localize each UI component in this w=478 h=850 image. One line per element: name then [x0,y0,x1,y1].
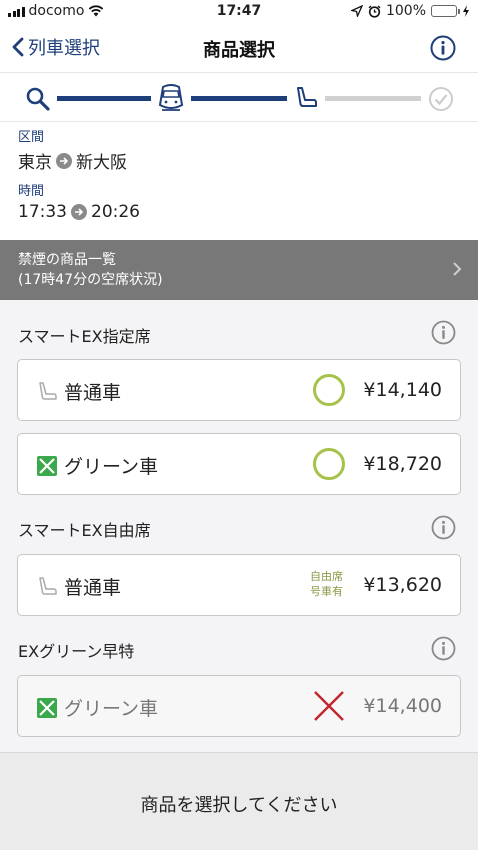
note-line: 自由席 [310,570,343,583]
green-car-icon [37,697,57,718]
info-icon[interactable] [431,320,456,345]
charging-icon [463,5,469,17]
page-title: 商品選択 [203,40,275,61]
times: 17:33 20:26 [18,202,140,222]
depart-time: 17:33 [18,202,67,222]
product-list-banner[interactable]: 禁煙の商品一覧 (17時47分の空席状況) [0,240,478,300]
product-card-ex-green-early: グリーン車 ¥14,400 [17,675,461,737]
progress-segment-2 [191,96,287,101]
car-type: 普通車 [64,577,122,599]
seat-icon [39,381,57,400]
product-card-reserved-standard[interactable]: 普通車 ¥14,140 [17,359,461,421]
available-circle-icon [313,374,345,406]
price: ¥13,620 [363,574,442,596]
alarm-icon [368,4,381,18]
from-station: 東京 [18,153,52,173]
car-type: 普通車 [64,382,122,404]
check-icon [429,87,453,111]
car-type: グリーン車 [64,698,159,720]
seat-icon [297,87,317,107]
info-icon[interactable] [431,636,456,661]
section-label: 区間 [18,130,45,145]
to-station: 新大阪 [76,153,127,173]
time-label: 時間 [18,184,45,199]
unavailable-cross-icon [314,691,344,721]
battery-percent: 100% [385,3,426,19]
arrow-right-icon [56,152,72,169]
footer-bar: 商品を選択してください [0,752,478,850]
banner-subtitle: (17時47分の空席状況) [18,272,163,288]
select-prompt: 商品を選択してください [140,795,338,816]
price: ¥14,400 [363,695,442,717]
product-card-unreserved-standard[interactable]: 普通車 自由席 号車有 ¥13,620 [17,554,461,616]
green-car-icon [37,455,57,476]
section-title: スマートEX自由席 [18,521,151,540]
progress-segment-3 [325,96,421,101]
trip-info: 区間 東京 新大阪 時間 17:33 20:26 [0,122,478,240]
chevron-right-icon [453,262,462,276]
search-icon [26,87,50,111]
arrive-time: 20:26 [91,202,140,222]
price: ¥18,720 [363,453,442,475]
train-icon [158,84,184,111]
seat-icon [39,576,57,595]
section-title: スマートEX指定席 [18,327,151,346]
info-icon[interactable] [430,35,456,61]
info-icon[interactable] [431,515,456,540]
location-icon [350,5,363,17]
note-line: 号車有 [310,585,343,598]
progress-segment-1 [57,96,151,101]
unreserved-car-note: 自由席 号車有 [310,569,343,599]
available-circle-icon [313,448,345,480]
arrow-right-icon [71,204,87,220]
progress-stepper [0,72,478,122]
status-bar: docomo 17:47 100% [0,0,478,24]
route: 東京 新大阪 [18,148,127,173]
banner-title: 禁煙の商品一覧 [18,252,116,268]
price: ¥14,140 [363,379,442,401]
product-card-reserved-green[interactable]: グリーン車 ¥18,720 [17,433,461,495]
battery-icon [431,5,460,17]
nav-bar: 列車選択 商品選択 [0,24,478,72]
car-type: グリーン車 [64,456,159,478]
section-title: EXグリーン早特 [18,642,135,661]
